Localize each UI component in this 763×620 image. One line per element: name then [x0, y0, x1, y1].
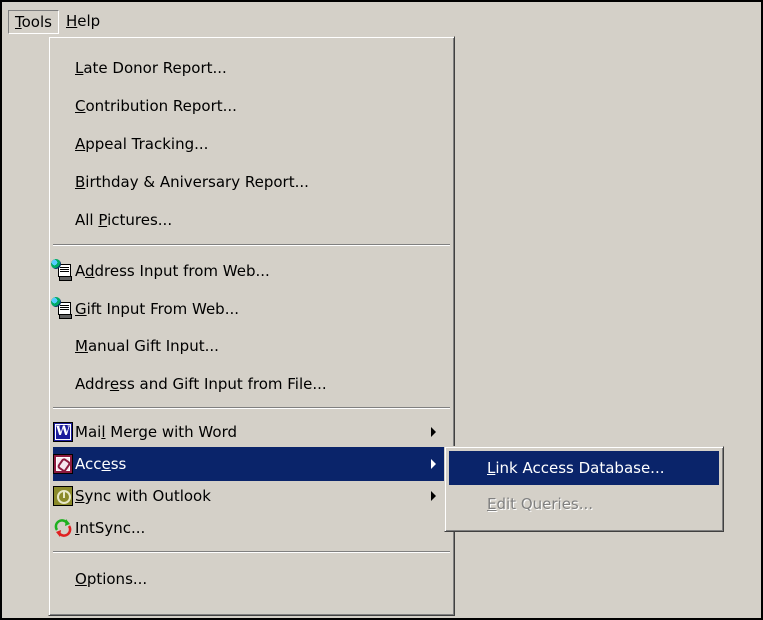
menu-item-label: Edit Queries... — [487, 495, 594, 513]
menu-bar: Tools Help — [2, 2, 761, 40]
menu-item-access[interactable]: Access — [53, 447, 450, 481]
menu-help-label: elp — [77, 12, 101, 30]
menu-item-link-access-database[interactable]: Link Access Database... — [449, 451, 719, 485]
menu-help[interactable]: Help — [60, 10, 106, 32]
menu-item-label: IntSync... — [75, 519, 146, 537]
menu-item-late-donor-report[interactable]: Late Donor Report... — [53, 51, 450, 85]
menu-item-label: Link Access Database... — [487, 459, 665, 477]
menu-item-label: Late Donor Report... — [75, 59, 227, 77]
submenu-arrow-icon — [431, 491, 436, 501]
menu-item-address-gift-file[interactable]: Address and Gift Input from File... — [53, 367, 450, 401]
menu-item-label: Access — [75, 455, 127, 473]
menu-item-label: Manual Gift Input... — [75, 337, 219, 355]
menu-item-label: Mail Merge with Word — [75, 423, 237, 441]
menu-item-options[interactable]: Options... — [53, 562, 450, 596]
menu-tools[interactable]: Tools — [8, 10, 59, 34]
menu-item-label: All Pictures... — [75, 211, 173, 229]
menu-item-label: Address Input from Web... — [75, 262, 270, 280]
web-import-icon — [51, 297, 73, 319]
word-icon: W — [53, 422, 73, 442]
menu-separator — [53, 244, 450, 246]
menu-tools-mnemonic: T — [15, 13, 22, 31]
menu-item-label: Sync with Outlook — [75, 487, 211, 505]
outlook-icon — [53, 486, 73, 506]
access-submenu: Link Access Database... Edit Queries... — [444, 446, 724, 532]
menu-item-contribution-report[interactable]: Contribution Report... — [53, 89, 450, 123]
menu-separator — [53, 407, 450, 409]
access-icon — [53, 454, 73, 474]
menu-item-birthday-report[interactable]: Birthday & Aniversary Report... — [53, 165, 450, 199]
tools-menu: Late Donor Report... Contribution Report… — [48, 36, 455, 616]
menu-item-gift-input-web[interactable]: Gift Input From Web... — [51, 292, 450, 326]
menu-item-label: Gift Input From Web... — [75, 300, 240, 318]
menu-item-label: Address and Gift Input from File... — [75, 375, 327, 393]
sync-icon — [53, 518, 73, 538]
menu-separator — [53, 551, 450, 553]
menu-item-label: Birthday & Aniversary Report... — [75, 173, 309, 191]
menu-help-mnemonic: H — [66, 12, 78, 30]
menu-item-address-input-web[interactable]: Address Input from Web... — [51, 254, 450, 288]
menu-item-edit-queries[interactable]: Edit Queries... — [449, 487, 719, 521]
submenu-arrow-icon — [431, 427, 436, 437]
menu-tools-label: ools — [21, 13, 52, 31]
menu-item-label: Options... — [75, 570, 148, 588]
menu-item-intsync[interactable]: IntSync... — [53, 511, 450, 545]
menu-item-label: Appeal Tracking... — [75, 135, 209, 153]
menu-item-label: Contribution Report... — [75, 97, 237, 115]
menu-item-manual-gift-input[interactable]: Manual Gift Input... — [53, 329, 450, 363]
web-import-icon — [51, 259, 73, 281]
menu-item-appeal-tracking[interactable]: Appeal Tracking... — [53, 127, 450, 161]
menu-item-mail-merge-word[interactable]: W Mail Merge with Word — [53, 415, 450, 449]
menu-item-sync-outlook[interactable]: Sync with Outlook — [53, 479, 450, 513]
menu-item-all-pictures[interactable]: All Pictures... — [53, 203, 450, 237]
submenu-arrow-icon — [431, 459, 436, 469]
